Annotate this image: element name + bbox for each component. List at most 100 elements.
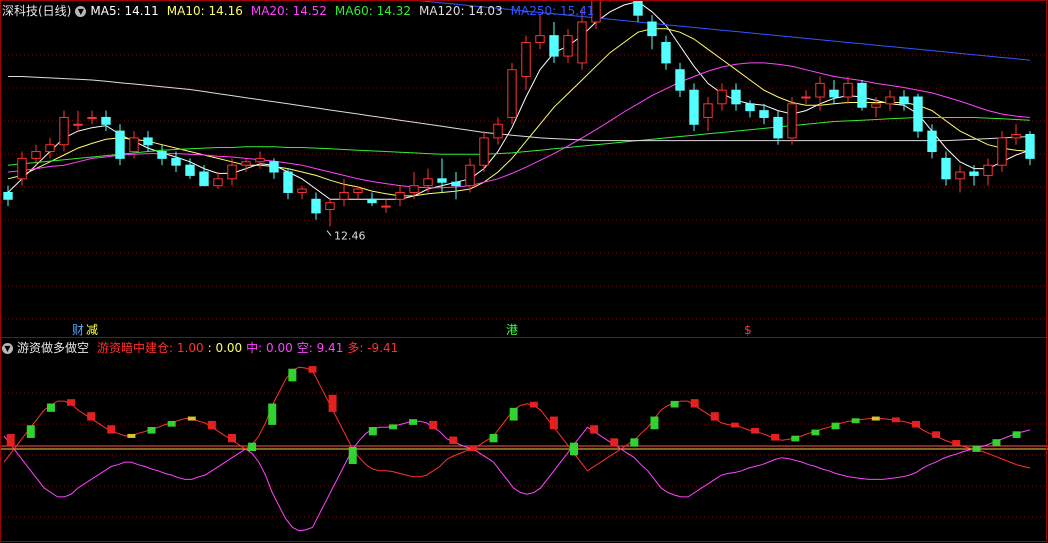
- candle-body-down: [101, 116, 111, 125]
- oscillator-block: [871, 416, 880, 421]
- event-marker: 港: [506, 323, 518, 337]
- oscillator-block: [509, 407, 518, 421]
- candle-body-up: [801, 96, 811, 99]
- oscillator-block: [590, 425, 599, 434]
- stock-title: 深科技(日线): [2, 4, 72, 18]
- chevron-down-icon[interactable]: ▼: [75, 5, 87, 17]
- candle-body-up: [31, 151, 41, 159]
- candle-body-down: [549, 35, 559, 57]
- ma-legend-value: 14.16: [208, 4, 243, 18]
- candle-body-up: [577, 21, 587, 64]
- indicator-legend-item: 游资暗中建仓: 1.00: [97, 341, 204, 355]
- candle-body-down: [927, 130, 937, 153]
- oscillator-block: [710, 412, 719, 421]
- low-price-label: 12.46: [334, 230, 366, 243]
- candle-body-down: [269, 161, 279, 173]
- ma-legend-value: 14.11: [124, 4, 159, 18]
- candle-body-down: [451, 181, 461, 187]
- candle-body-down: [143, 137, 153, 146]
- candle-body-up: [843, 82, 853, 98]
- oscillator-block: [952, 440, 961, 446]
- candle: [857, 79, 867, 111]
- candle-body-up: [45, 144, 55, 153]
- oscillator-block: [610, 438, 619, 447]
- candle-body-up: [885, 96, 895, 105]
- oscillator-block: [228, 433, 236, 443]
- oscillator-block: [992, 439, 1001, 446]
- candle-body-up: [997, 137, 1007, 166]
- candle-body-down: [731, 89, 741, 105]
- oscillator-block: [891, 417, 900, 423]
- indicator-title: 游资做多做空: [17, 341, 90, 355]
- oscillator-block: [388, 424, 397, 430]
- candle-body-up: [493, 123, 503, 139]
- ma-legend-item: MA5: 14.11: [90, 4, 159, 18]
- candle-body-up: [871, 103, 881, 108]
- candle-body-up: [227, 164, 237, 180]
- candle-body-up: [353, 188, 363, 193]
- candle-body-up: [787, 103, 797, 139]
- bottom-pane-header: ▼ 游资做多做空 游资暗中建仓: 1.00: 0.00 中: 0.00 空: 9.4…: [2, 338, 402, 358]
- candle-body-down: [171, 157, 181, 166]
- candle-body-up: [59, 116, 69, 146]
- candle: [787, 97, 797, 145]
- oscillator-block: [288, 368, 297, 382]
- candle-body-up: [73, 123, 83, 126]
- oscillator-block: [630, 438, 639, 447]
- oscillator-block: [489, 433, 498, 443]
- top-pane-header: 深科技(日线) ▼ MA5: 14.11 MA10: 14.16 MA20: 14.…: [2, 1, 602, 21]
- candle-body-down: [437, 178, 447, 183]
- candle-body-up: [815, 82, 825, 98]
- chevron-down-icon[interactable]: ▼: [2, 342, 13, 354]
- candle-body-down: [1025, 134, 1035, 159]
- oscillator-block: [429, 420, 438, 430]
- indicator-legend: 游资暗中建仓: 1.00: 0.00 中: 0.00 空: 9.41 多: -9.41: [97, 338, 402, 358]
- ma-legend-item: MA60: 14.32: [334, 4, 411, 18]
- oscillator-block: [932, 431, 941, 438]
- oscillator-block: [912, 420, 920, 428]
- candle-body-down: [283, 171, 293, 193]
- ma-legend-value: 15.41: [560, 4, 595, 18]
- candle-body-down: [367, 198, 377, 204]
- oscillator-block: [268, 403, 277, 425]
- candle-body-down: [311, 198, 321, 214]
- ma-legend-value: 14.52: [292, 4, 327, 18]
- candle-body-down: [829, 89, 839, 98]
- candle-body-up: [465, 164, 475, 187]
- ma-legend: MA5: 14.11 MA10: 14.16 MA20: 14.52 MA60: 14…: [90, 1, 602, 21]
- candle-body-up: [339, 191, 349, 200]
- candle-body-down: [969, 171, 979, 176]
- candle-body-down: [941, 157, 951, 180]
- ma-legend-item: MA10: 14.16: [166, 4, 243, 18]
- oscillator-block: [87, 412, 96, 421]
- candle-body-up: [703, 103, 713, 118]
- candle-body-down: [857, 82, 867, 108]
- oscillator-block: [831, 422, 840, 430]
- candle-body-up: [241, 161, 251, 166]
- oscillator-block: [570, 442, 578, 456]
- oscillator-block: [771, 433, 780, 441]
- candle-body-down: [157, 151, 167, 159]
- oscillator-block: [469, 445, 478, 451]
- candle-body-up: [87, 116, 97, 119]
- chart-stage: 6.3512.46财减港$: [0, 0, 1048, 543]
- event-marker: $: [744, 323, 752, 337]
- oscillator-block: [147, 426, 156, 434]
- indicator-legend-item: 空: 9.41: [296, 341, 344, 355]
- oscillator-block: [127, 433, 136, 438]
- ma-legend-item: MA250: 15.41: [510, 4, 595, 18]
- oscillator-block: [730, 422, 739, 428]
- oscillator-block: [187, 416, 196, 421]
- event-marker: 财: [72, 323, 84, 337]
- candle-body-down: [115, 130, 125, 159]
- candle-body-down: [759, 110, 769, 118]
- candle-body-up: [1011, 134, 1021, 139]
- candle: [913, 93, 923, 138]
- candle: [689, 83, 699, 132]
- oscillator-block: [529, 401, 538, 408]
- event-marker: 减: [86, 323, 98, 337]
- ma-legend-item: MA20: 14.52: [250, 4, 327, 18]
- oscillator-block: [167, 420, 176, 427]
- candle: [507, 62, 517, 125]
- oscillator-block: [972, 446, 981, 452]
